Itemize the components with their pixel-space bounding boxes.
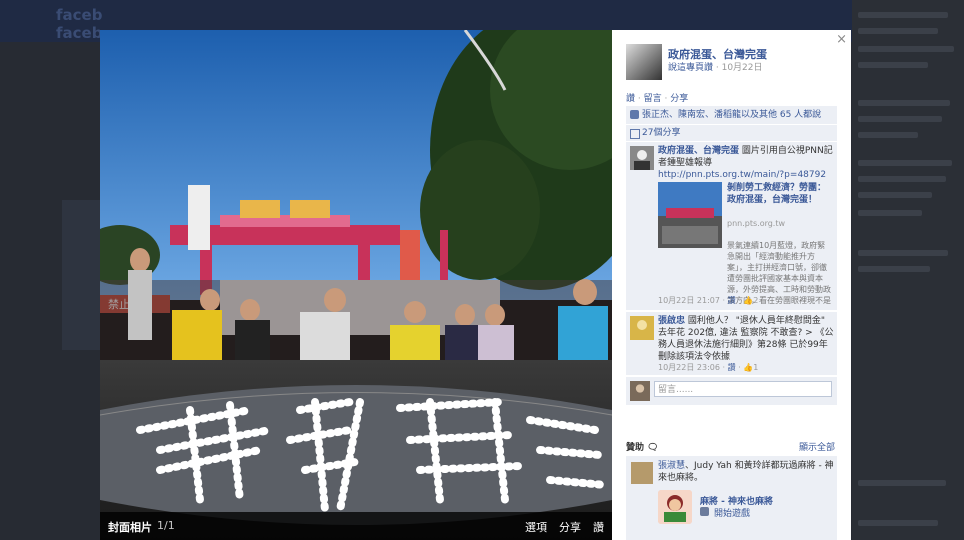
commenter-avatar[interactable] [630,146,654,170]
comment-meta: 10月22日 21:07 · 讚 · 👍2 [658,296,759,305]
protest-photo: 禁止停車 [100,30,612,540]
share-button[interactable]: 分享 [559,519,581,535]
comment-like-link[interactable]: 讚 [728,296,736,305]
post-actions: 讚 · 留言 · 分享 [626,94,689,104]
background-ticker-column [852,0,964,540]
comment-link[interactable]: http://pnn.pts.org.tw/main/?p=48792 [658,170,826,180]
like-button[interactable]: 讚 [593,519,604,535]
post-like-link[interactable]: 讚 [626,94,635,104]
comment-meta: 10月22日 23:06 · 讚 · 👍1 [658,363,759,372]
post-meta: 說這專頁讚 · 10月22日 [668,63,763,73]
sponsored-body: 、Judy Yah 和黃玲詳都玩過麻將 - 神來也麻將。 [658,461,834,483]
author-avatar[interactable] [626,44,662,80]
thumbs-up-icon [630,110,639,119]
sponsored-icon: 🗨 [647,443,659,453]
user-avatar [630,381,650,401]
photo-count: 1/1 [157,519,175,532]
comment-input[interactable]: 留言...... [654,381,832,397]
comment-like-count: 1 [753,363,759,372]
comment-text: 政府混蛋、台灣完蛋 圖片引用自公視PNN記者鍾聖雄報導http://pnn.pt… [658,145,834,181]
background-left-column [62,200,100,350]
link-domain: pnn.pts.org.tw [727,219,786,228]
game-start-icon [700,507,709,516]
link-thumbnail[interactable] [658,182,722,248]
post-comment-link[interactable]: 留言 [644,94,662,104]
photo[interactable]: 禁止停車 [100,30,612,540]
sponsored-text: 張淑慧、Judy Yah 和黃玲詳都玩過麻將 - 神來也麻將。 [658,460,834,484]
see-all-link[interactable]: 顯示全部 [799,440,835,453]
thumbs-up-icon: 👍 [743,363,754,372]
close-icon[interactable]: × [836,32,847,47]
link-title[interactable]: 剝削勞工救經濟？勞團：政府混蛋，台灣完蛋！ [727,182,832,206]
comment-author[interactable]: 張啟忠 [658,316,685,326]
comment-body: 國利他人？ "退休人員年終慰問金" 去年花 202億, 違法 監察院 不敢查? … [658,316,834,362]
photo-side-panel: × 政府混蛋、台灣完蛋 說這專頁讚 · 10月22日 讚 · 留言 · 分享 張… [612,30,851,540]
comment-like-count: 2 [753,296,759,305]
comment-composer: 留言...... [626,377,837,405]
sponsored-heading: 贊助 🗨 [626,443,659,453]
comment-text: 張啟忠 國利他人？ "退休人員年終慰問金" 去年花 202億, 違法 監察院 不… [658,315,834,363]
friend-avatar[interactable] [631,462,653,484]
sponsored-story: 張淑慧、Judy Yah 和黃玲詳都玩過麻將 - 神來也麻將。 麻將 - 神來也… [626,456,837,540]
friend-name[interactable]: 張淑慧 [658,461,685,471]
comment-time[interactable]: 10月22日 23:06 [658,363,720,372]
background-logo: faceb faceb [56,6,103,42]
photo-viewer: 禁止停車 [100,30,851,540]
comment-time[interactable]: 10月22日 21:07 [658,296,720,305]
album-title[interactable]: 封面相片 [108,519,152,535]
comment-like-link[interactable]: 讚 [728,363,736,372]
shares-count: 27個分享 [642,128,681,138]
post-share-link[interactable]: 分享 [670,94,688,104]
page-like-link[interactable]: 說這專頁讚 [668,63,713,73]
commenter-avatar[interactable] [630,316,654,340]
likes-summary: 張正杰、陳南宏、潘稻龍以及其他 65 人都說讚。 [626,106,837,138]
mahjong-game-icon[interactable] [658,490,692,524]
thumbs-up-icon: 👍 [743,296,754,305]
shares-summary[interactable]: 27個分享 [626,125,837,141]
comment-author[interactable]: 政府混蛋、台灣完蛋 [658,146,739,156]
comment-item: 張啟忠 國利他人？ "退休人員年終慰問金" 去年花 202億, 違法 監察院 不… [626,312,837,375]
start-game-link[interactable]: 開始遊戲 [714,506,750,519]
photo-caption-bar: 封面相片 1/1 選項 分享 讚 [100,512,612,540]
post-date[interactable]: 10月22日 [722,63,763,73]
photo-actions: 選項 分享 讚 [525,519,604,535]
share-icon [630,129,640,139]
options-button[interactable]: 選項 [525,519,547,535]
comment-item: 政府混蛋、台灣完蛋 圖片引用自公視PNN記者鍾聖雄報導http://pnn.pt… [626,142,837,310]
